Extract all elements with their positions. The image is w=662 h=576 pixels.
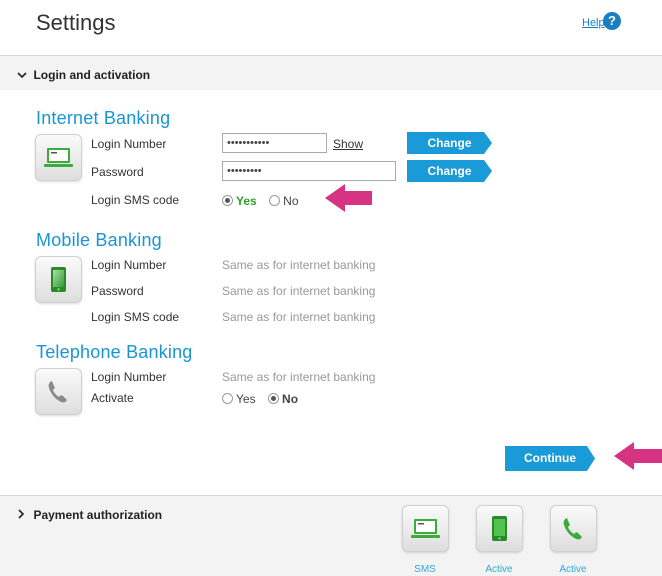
chevron-right-icon [17,509,29,522]
laptop-icon [44,148,73,167]
tb-activate-no-radio[interactable] [268,393,280,405]
payment-mobile-tile[interactable] [476,505,523,552]
ib-login-number-input[interactable] [222,133,327,153]
ib-sms-radio-group: Yes No [222,192,307,210]
annotation-arrow-left-icon [614,442,662,470]
tb-activate-yes-radio[interactable] [222,393,233,405]
payment-phone-tile[interactable] [550,505,597,552]
payment-sms-tile[interactable] [402,505,449,552]
change-login-number-button[interactable]: Change [407,132,492,154]
ib-sms-yes-label: Yes [236,193,257,208]
mobile-icon [492,516,507,541]
tb-login-number-value: Same as for internet banking [222,370,376,384]
help-link[interactable]: Help [582,17,605,29]
ib-login-number-label: Login Number [91,137,167,151]
payment-sms-status: SMS [414,564,436,575]
mobile-banking-title: Mobile Banking [36,230,162,250]
telephone-banking-title: Telephone Banking [36,342,193,362]
laptop-icon [411,519,440,538]
phone-icon [563,518,582,540]
continue-button[interactable]: Continue [505,446,595,471]
payment-mobile-status: Active [485,564,513,575]
annotation-arrow-left-icon [325,184,372,212]
internet-banking-title: Internet Banking [36,108,171,128]
mb-login-number-value: Same as for internet banking [222,258,376,272]
ib-sms-label: Login SMS code [91,193,180,207]
mobile-icon [51,267,66,292]
payment-authorization-bar[interactable]: Payment authorization SMS Active Active [0,495,662,576]
tb-activate-no-label: No [282,391,299,406]
tb-activate-yes-label: Yes [236,391,256,406]
ib-password-label: Password [91,165,144,179]
help-icon[interactable]: ? [603,12,621,30]
ib-password-input[interactable] [222,161,396,181]
page-title: Settings [36,10,116,35]
tb-login-number-label: Login Number [91,370,167,384]
internet-banking-tile [35,134,82,181]
mb-password-label: Password [91,284,144,298]
change-password-button[interactable]: Change [407,160,492,182]
login-activation-bar[interactable]: Login and activation [0,55,662,90]
mobile-banking-tile [35,256,82,303]
payment-phone-status: Active [559,564,587,575]
ib-sms-no-radio[interactable] [269,195,281,207]
mb-sms-label: Login SMS code [91,310,180,324]
mb-login-number-label: Login Number [91,258,167,272]
ib-sms-no-label: No [283,193,299,208]
tb-activate-label: Activate [91,391,134,405]
mb-password-value: Same as for internet banking [222,284,376,298]
ib-sms-yes-radio[interactable] [222,195,233,207]
login-activation-label: Login and activation [33,68,151,82]
tb-activate-radio-group: Yes No [222,390,306,408]
mb-sms-value: Same as for internet banking [222,310,376,324]
phone-icon [48,381,67,403]
payment-authorization-label: Payment authorization [33,508,163,522]
chevron-down-icon [17,70,29,82]
show-login-number-link[interactable]: Show [333,137,363,151]
telephone-banking-tile [35,368,82,415]
